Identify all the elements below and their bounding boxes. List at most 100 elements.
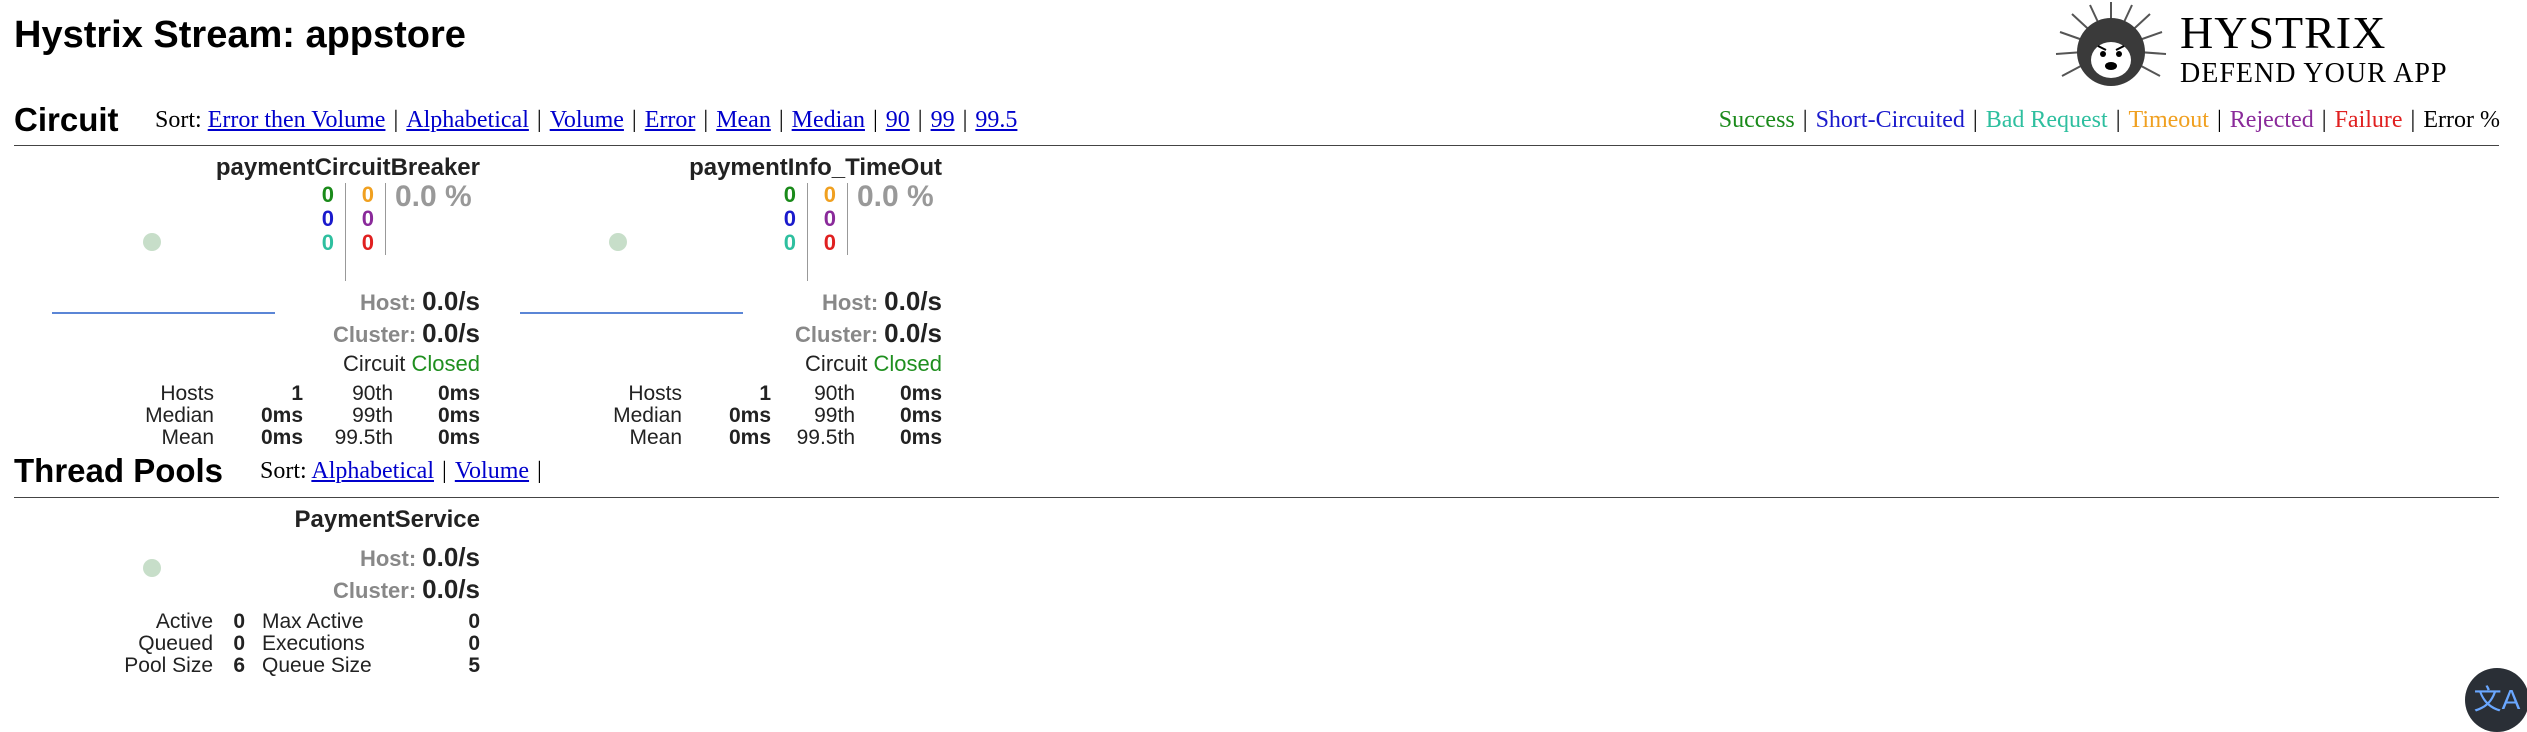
hystrix-porcupine-logo-icon (2055, 2, 2167, 86)
circuit-status-value: Closed (411, 351, 480, 376)
failure-count: 0 (361, 230, 374, 255)
circuit-status-label: Circuit (805, 351, 868, 376)
short-circuited-count: 0 (321, 206, 334, 231)
sort-alphabetical-link[interactable]: Alphabetical (406, 107, 529, 133)
separator: | (962, 107, 968, 133)
counts-divider (345, 183, 346, 281)
cluster-rate-value: 0.0/s (422, 574, 480, 604)
separator: | (1802, 107, 1808, 133)
executions-value: 0 (468, 632, 480, 655)
mean-value: 0ms (260, 426, 303, 449)
host-rate-value: 0.0/s (422, 286, 480, 316)
separator: | (2321, 107, 2327, 133)
error-percentage: 0.0 % (857, 180, 934, 213)
p99-value: 0ms (899, 404, 942, 427)
circuit-health-dot (609, 233, 627, 251)
legend-failure: Failure (2334, 107, 2403, 133)
sort-99-5-link[interactable]: 99.5 (975, 107, 1017, 133)
sparkline (520, 312, 743, 314)
sparkline (52, 312, 275, 314)
circuit-monitor[interactable]: paymentCircuitBreaker 0 0 0 0 0 0 0.0 % … (40, 152, 480, 452)
pool-sort-alphabetical-link[interactable]: Alphabetical (311, 458, 434, 484)
short-circuited-count: 0 (783, 206, 796, 231)
sort-median-link[interactable]: Median (792, 107, 865, 133)
circuit-divider (14, 145, 2499, 146)
pool-name: PaymentService (294, 506, 480, 533)
pool-size-label: Pool Size (124, 654, 213, 677)
pool-size-value: 6 (233, 654, 245, 677)
pool-sort-volume-link[interactable]: Volume (455, 458, 529, 484)
separator: | (2216, 107, 2222, 133)
thread-pools-sort-bar: Sort: Alphabetical | Volume | (260, 458, 550, 485)
sort-error-then-volume-link[interactable]: Error then Volume (208, 107, 386, 133)
p90-value: 0ms (899, 382, 942, 405)
sort-99-link[interactable]: 99 (931, 107, 955, 133)
separator: | (1972, 107, 1978, 133)
median-label: Median (613, 404, 682, 427)
sort-90-link[interactable]: 90 (886, 107, 910, 133)
sort-mean-link[interactable]: Mean (716, 107, 771, 133)
median-label: Median (145, 404, 214, 427)
separator: | (393, 107, 399, 133)
mean-label: Mean (161, 426, 214, 449)
legend-rejected: Rejected (2229, 107, 2314, 133)
p90-label: 90th (814, 382, 855, 405)
host-label: Host: (359, 290, 417, 315)
circuit-status: Circuit Closed (805, 351, 942, 377)
separator: | (917, 107, 923, 133)
p99-label: 99th (352, 404, 393, 427)
queued-value: 0 (233, 632, 245, 655)
success-count: 0 (783, 182, 796, 207)
translate-icon: 文A (2473, 684, 2521, 715)
hosts-label: Hosts (160, 382, 214, 405)
success-count: 0 (321, 182, 334, 207)
host-rate: Host: 0.0/s (360, 542, 480, 573)
separator: | (872, 107, 878, 133)
separator: | (2115, 107, 2121, 133)
timeout-count: 0 (823, 182, 836, 207)
active-label: Active (155, 610, 213, 633)
translate-button[interactable]: 文A (2465, 668, 2527, 732)
circuit-sort-label: Sort: (155, 107, 202, 133)
circuit-status: Circuit Closed (343, 351, 480, 377)
rejected-count: 0 (823, 206, 836, 231)
cluster-rate: Cluster: 0.0/s (795, 318, 942, 349)
host-rate: Host: 0.0/s (822, 286, 942, 317)
median-value: 0ms (260, 404, 303, 427)
timeout-count: 0 (361, 182, 374, 207)
monitor-name: paymentCircuitBreaker (215, 154, 480, 181)
p90-label: 90th (352, 382, 393, 405)
sort-error-link[interactable]: Error (645, 107, 696, 133)
separator: | (778, 107, 784, 133)
host-rate-value: 0.0/s (422, 542, 480, 572)
thread-pool-monitor[interactable]: PaymentService Host: 0.0/s Cluster: 0.0/s … (40, 504, 480, 684)
hystrix-logo: HYSTRIX DEFEND YOUR APP (2052, 0, 2522, 98)
max-active-value: 0 (468, 610, 480, 633)
p995-label: 99.5th (796, 426, 855, 449)
p995-label: 99.5th (334, 426, 393, 449)
bad-request-count: 0 (321, 230, 334, 255)
mean-label: Mean (629, 426, 682, 449)
median-value: 0ms (728, 404, 771, 427)
thread-pools-section-title: Thread Pools (14, 452, 224, 489)
separator: | (703, 107, 709, 133)
p995-value: 0ms (437, 426, 480, 449)
p99-value: 0ms (437, 404, 480, 427)
cluster-rate-value: 0.0/s (884, 318, 942, 348)
legend-bad-request: Bad Request (1985, 107, 2108, 133)
hosts-label: Hosts (628, 382, 682, 405)
cluster-rate: Cluster: 0.0/s (333, 318, 480, 349)
mean-value: 0ms (728, 426, 771, 449)
logo-text-hystrix: HYSTRIX (2180, 7, 2387, 58)
circuit-monitor[interactable]: paymentInfo_TimeOut 0 0 0 0 0 0 0.0 % Ho… (508, 152, 942, 452)
counts-divider (847, 183, 848, 255)
cluster-rate: Cluster: 0.0/s (333, 574, 480, 605)
separator: | (536, 107, 542, 133)
thread-pools-sort-label: Sort: (260, 458, 307, 484)
monitor-name: paymentInfo_TimeOut (689, 154, 942, 181)
sort-volume-link[interactable]: Volume (550, 107, 624, 133)
separator: | (537, 458, 542, 484)
logo-text-tagline: DEFEND YOUR APP (2180, 58, 2448, 89)
bad-request-count: 0 (783, 230, 796, 255)
separator: | (442, 458, 447, 484)
